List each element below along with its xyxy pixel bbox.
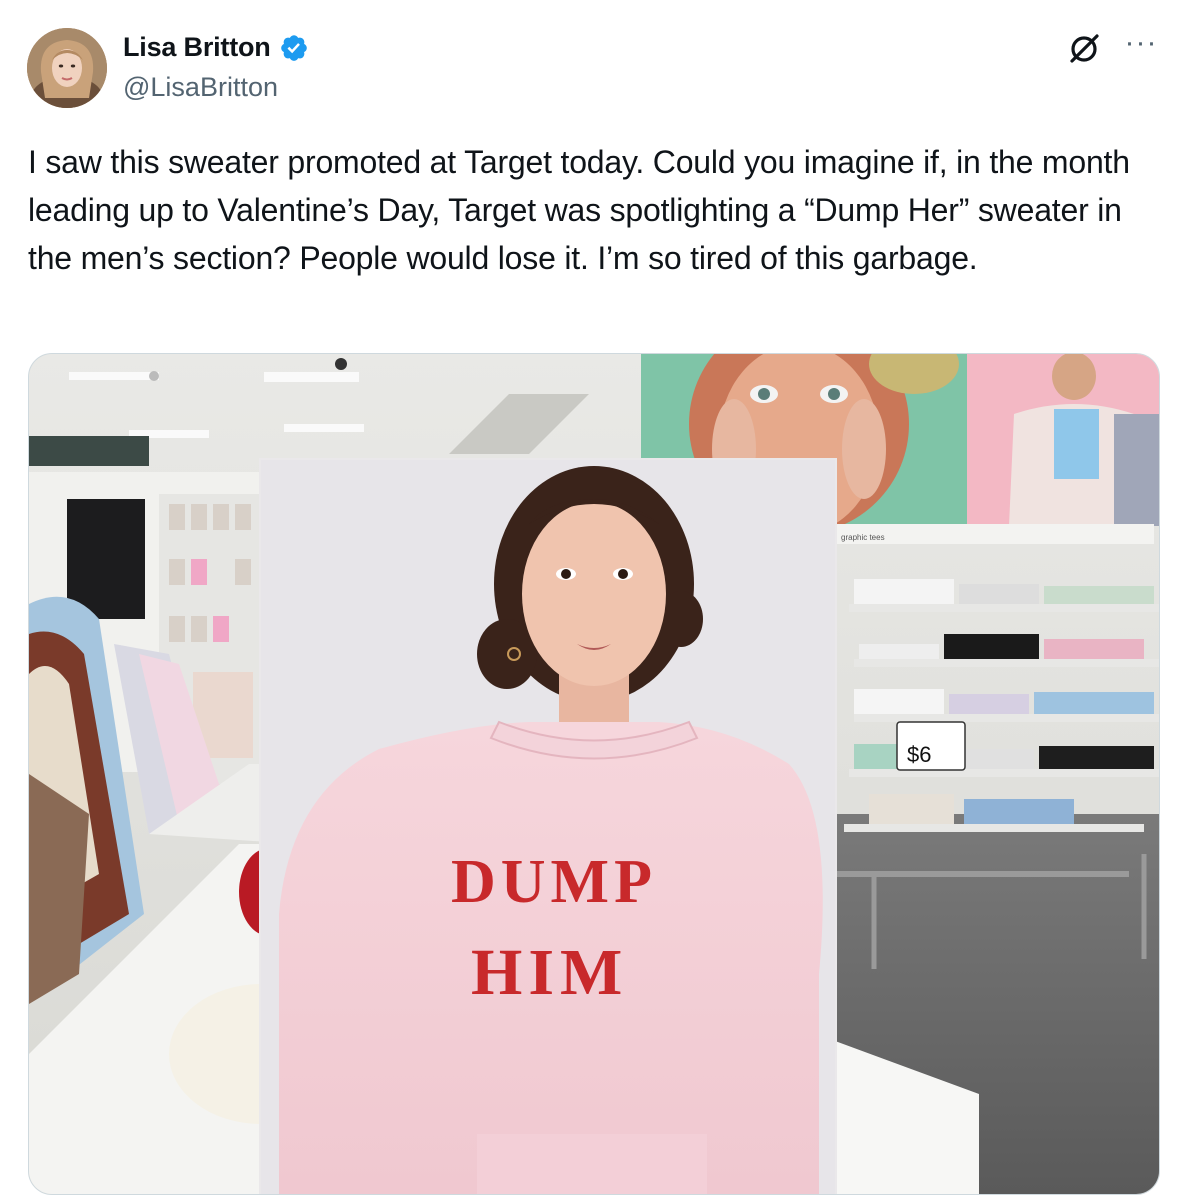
store-photo: graphic tees $6 DUMP HIM [29,354,1159,1194]
grok-icon[interactable] [1064,29,1104,69]
sweater-text-line2: HIM [471,936,628,1009]
author-name-row: Lisa Britton [123,32,309,63]
tweet-media[interactable]: graphic tees $6 DUMP HIM [28,353,1160,1195]
avatar-image [27,28,107,108]
store-sign-text: graphic tees [841,533,885,542]
author-display-name[interactable]: Lisa Britton [123,32,271,63]
more-options-icon[interactable]: ··· [1120,28,1162,64]
author-handle[interactable]: @LisaBritton [123,72,278,103]
verified-badge-icon[interactable] [279,33,309,63]
tweet-text: I saw this sweater promoted at Target to… [28,144,1130,276]
author-avatar[interactable] [27,28,107,108]
price-tag-text: $6 [907,742,931,767]
sweater-text-line1: DUMP [451,848,657,916]
